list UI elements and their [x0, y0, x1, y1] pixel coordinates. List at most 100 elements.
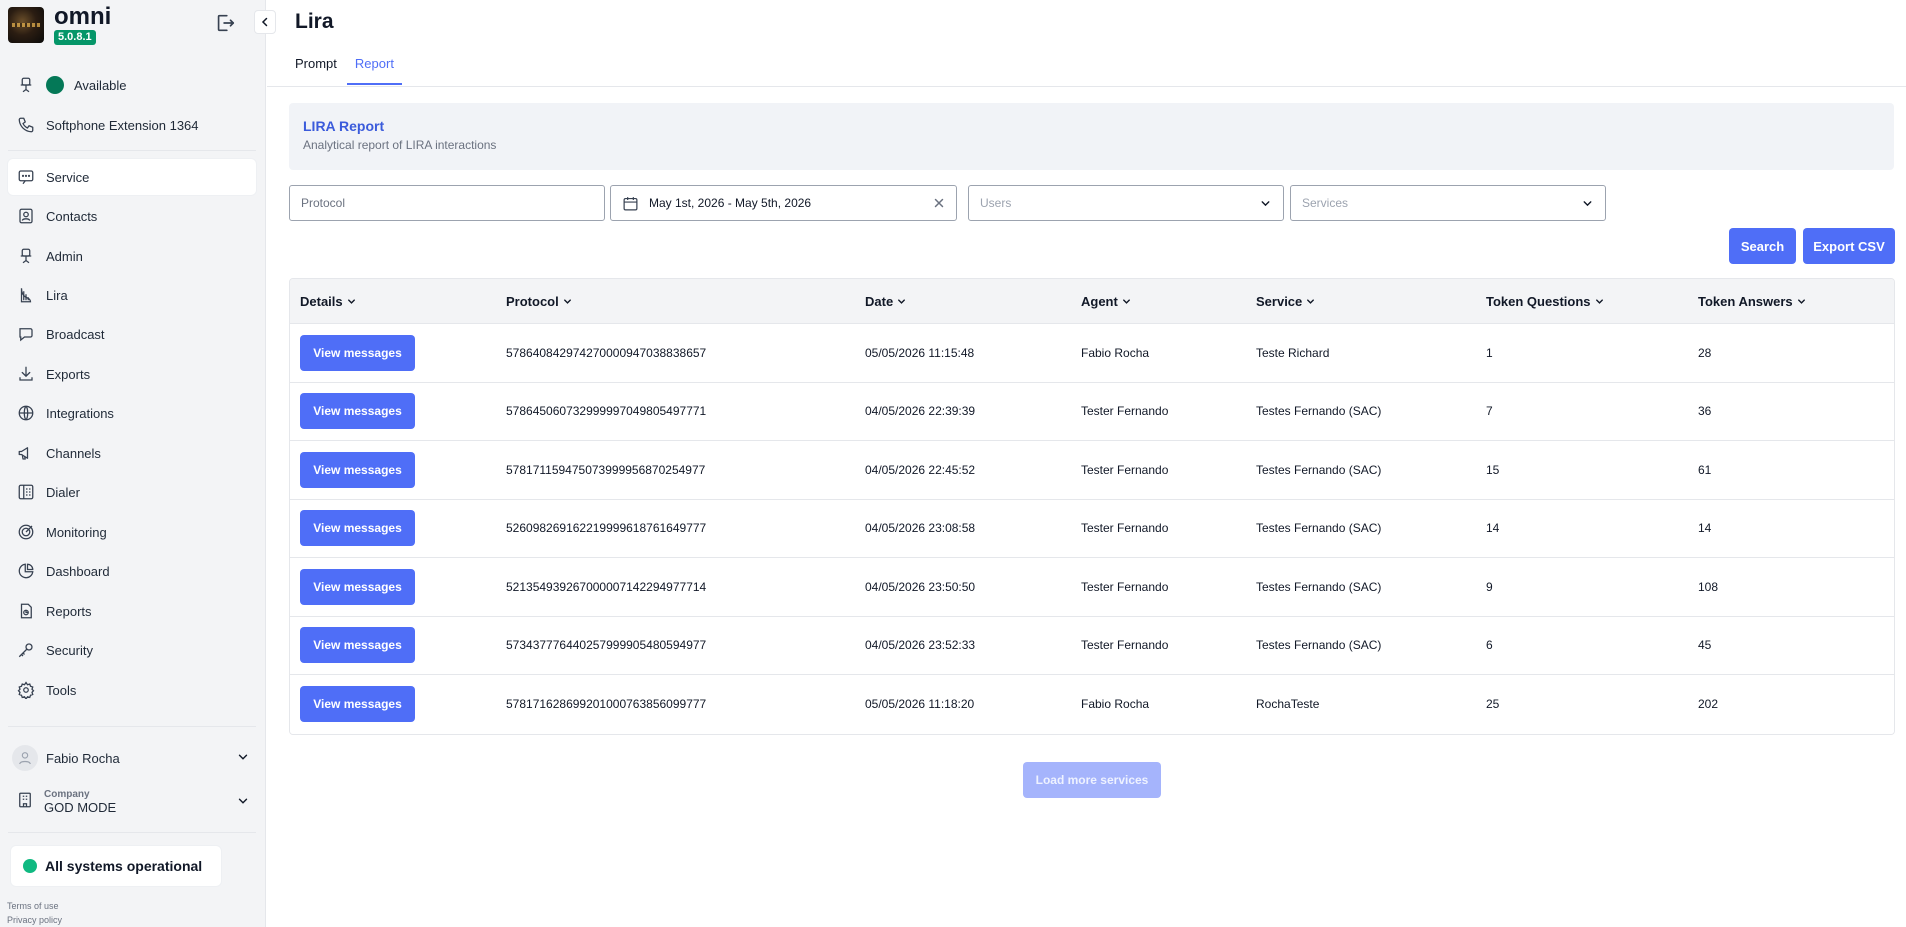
header-protocol[interactable]: Protocol: [506, 294, 865, 309]
service-cell: Testes Fernando (SAC): [1256, 638, 1382, 653]
user-menu[interactable]: Fabio Rocha: [8, 740, 256, 776]
table-row: View messages 57817162869920100076385609…: [290, 675, 1894, 734]
terms-link[interactable]: Terms of use: [7, 901, 59, 911]
logout-icon[interactable]: [214, 12, 236, 34]
services-placeholder: Services: [1302, 196, 1349, 210]
token-questions-cell: 25: [1486, 697, 1500, 712]
company-label: Company: [44, 789, 90, 800]
load-more-button[interactable]: Load more services: [1023, 762, 1161, 798]
protocol-cell: 578645060732999997049805497771: [506, 404, 707, 419]
token-questions-cell: 15: [1486, 462, 1500, 477]
table-row: View messages 52135493926700000714229497…: [290, 558, 1894, 617]
sidebar-item-label: Lira: [46, 287, 68, 303]
view-messages-button[interactable]: View messages: [300, 451, 415, 488]
sidebar-item-label: Dashboard: [46, 563, 110, 579]
sidebar-item-label: Reports: [46, 603, 92, 619]
token-questions-cell: 6: [1486, 638, 1493, 653]
view-messages-button[interactable]: View messages: [300, 510, 415, 547]
chevron-down-icon: [347, 298, 355, 304]
header-token-answers[interactable]: Token Answers: [1698, 294, 1878, 309]
sidebar-item-label: Dialer: [46, 484, 80, 500]
sidebar-item-service[interactable]: Service: [8, 159, 256, 195]
chevron-down-icon: [1122, 298, 1130, 304]
sidebar-item-security[interactable]: Security: [8, 632, 256, 668]
header-service[interactable]: Service: [1256, 294, 1486, 309]
agent-cell: Fabio Rocha: [1081, 345, 1150, 360]
chevron-down-icon: [898, 298, 906, 304]
header-details[interactable]: Details: [290, 294, 506, 309]
date-range-picker[interactable]: May 1st, 2026 - May 5th, 2026: [610, 185, 957, 221]
chevron-down-icon[interactable]: [236, 794, 250, 813]
view-messages-button[interactable]: View messages: [300, 393, 415, 430]
sidebar-item-dashboard[interactable]: Dashboard: [8, 553, 256, 589]
tab-report[interactable]: Report: [346, 52, 402, 85]
token-answers-cell: 45: [1698, 638, 1712, 653]
header-label: Agent: [1081, 293, 1118, 309]
services-select[interactable]: Services: [1290, 185, 1606, 221]
collapse-sidebar-button[interactable]: [254, 10, 276, 34]
sidebar-item-integrations[interactable]: Integrations: [8, 395, 256, 431]
tab-bar: Prompt Report: [287, 52, 404, 85]
sidebar-item-dialer[interactable]: Dialer: [8, 474, 256, 510]
sidebar-item-reports[interactable]: Reports: [8, 593, 256, 629]
chair-icon: [16, 75, 36, 95]
users-select[interactable]: Users: [968, 185, 1284, 221]
systems-status[interactable]: All systems operational: [10, 845, 222, 887]
protocol-input[interactable]: [301, 196, 593, 210]
service-cell: RochaTeste: [1256, 697, 1320, 712]
company-selector[interactable]: Company GOD MODE: [8, 784, 256, 820]
status-dot: [46, 76, 64, 94]
sidebar-item-label: Contacts: [46, 208, 98, 224]
sidebar-item-broadcast[interactable]: Broadcast: [8, 316, 256, 352]
sidebar-item-channels[interactable]: Channels: [8, 435, 256, 471]
sidebar-item-admin[interactable]: Admin: [8, 238, 256, 274]
tab-prompt[interactable]: Prompt: [287, 52, 345, 85]
agent-cell: Tester Fernando: [1081, 638, 1169, 653]
softphone-label: Softphone Extension 1364: [46, 117, 199, 133]
view-messages-button[interactable]: View messages: [300, 686, 415, 723]
table-header: Details Protocol Date Agent Service Toke…: [290, 279, 1894, 324]
date-cell: 04/05/2026 23:08:58: [865, 521, 976, 536]
page-title: Lira: [295, 10, 334, 33]
view-messages-button[interactable]: View messages: [300, 334, 415, 371]
chat-icon: [16, 167, 36, 187]
report-table: Details Protocol Date Agent Service Toke…: [289, 278, 1895, 735]
sidebar-item-monitoring[interactable]: Monitoring: [8, 514, 256, 550]
header-label: Token Answers: [1698, 293, 1793, 309]
softphone-item[interactable]: Softphone Extension 1364: [8, 107, 256, 143]
sidebar-item-exports[interactable]: Exports: [8, 356, 256, 392]
header-date[interactable]: Date: [865, 294, 1081, 309]
sidebar-item-label: Broadcast: [46, 326, 105, 342]
phone-icon: [16, 115, 36, 135]
sidebar-item-contacts[interactable]: Contacts: [8, 198, 256, 234]
token-questions-cell: 9: [1486, 579, 1493, 594]
date-cell: 05/05/2026 11:15:48: [865, 345, 975, 360]
clear-icon[interactable]: [933, 197, 945, 209]
protocol-cell: 573437776440257999905480594977: [506, 638, 707, 653]
agent-cell: Tester Fernando: [1081, 579, 1169, 594]
search-button[interactable]: Search: [1729, 228, 1796, 264]
sidebar-item-tools[interactable]: Tools: [8, 672, 256, 708]
chevron-down-icon: [563, 298, 571, 304]
date-cell: 04/05/2026 22:45:52: [865, 462, 976, 477]
version-badge: 5.0.8.1: [54, 29, 96, 45]
protocol-field[interactable]: [289, 185, 605, 221]
banner-title: LIRA Report: [303, 118, 385, 134]
token-answers-cell: 202: [1698, 697, 1719, 712]
sidebar-item-lira[interactable]: Lira: [8, 277, 256, 313]
chevron-down-icon[interactable]: [236, 750, 250, 767]
chevron-down-icon: [1595, 298, 1603, 304]
status-selector[interactable]: Available: [8, 67, 256, 103]
header-token-questions[interactable]: Token Questions: [1486, 294, 1698, 309]
view-messages-button[interactable]: View messages: [300, 568, 415, 605]
view-messages-button[interactable]: View messages: [300, 627, 415, 664]
service-cell: Testes Fernando (SAC): [1256, 521, 1382, 536]
header-agent[interactable]: Agent: [1081, 294, 1256, 309]
sidebar-item-label: Security: [46, 642, 93, 658]
privacy-link[interactable]: Privacy policy: [7, 915, 62, 925]
export-csv-button[interactable]: Export CSV: [1803, 228, 1895, 264]
chevron-down-icon: [1259, 197, 1272, 210]
service-cell: Testes Fernando (SAC): [1256, 404, 1382, 419]
admin-chair-icon: [16, 246, 36, 266]
main-content: Lira Prompt Report LIRA Report Analytica…: [267, 0, 1906, 927]
